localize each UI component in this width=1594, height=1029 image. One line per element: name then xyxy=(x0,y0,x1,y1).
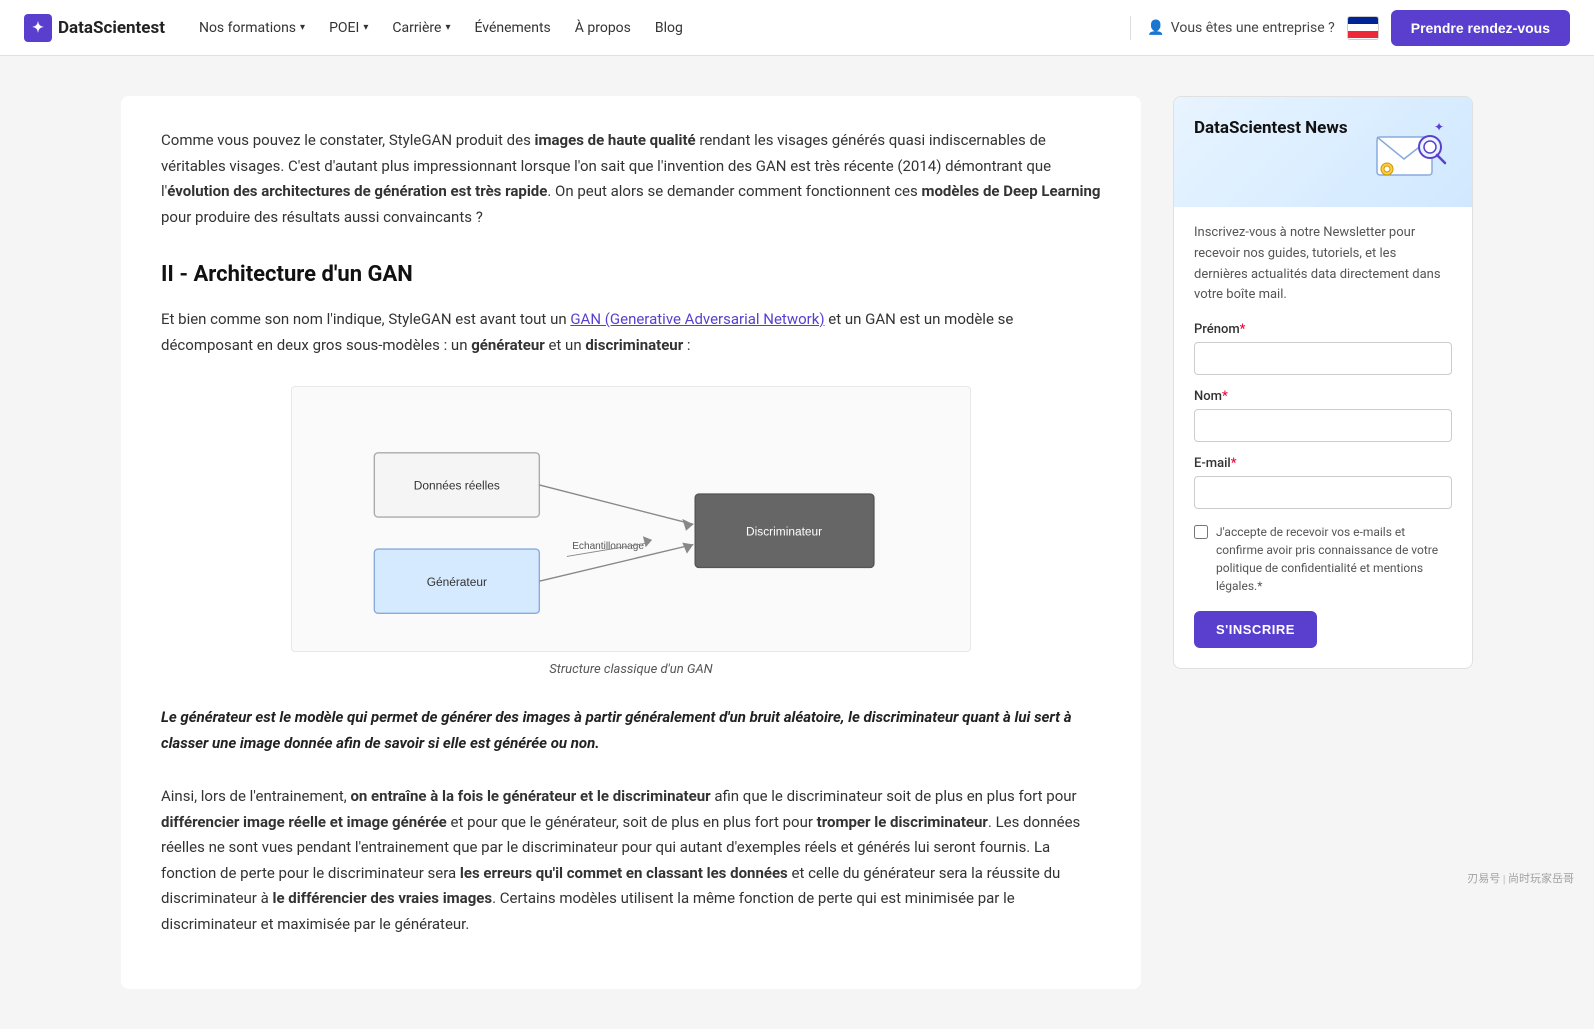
intro-bold1: images de haute qualité xyxy=(535,131,696,149)
intro-bold2: évolution des architectures de génératio… xyxy=(167,182,547,200)
section-heading: II - Architecture d'un GAN xyxy=(161,262,1101,287)
email-input[interactable] xyxy=(1194,476,1452,509)
svg-text:Discriminateur: Discriminateur xyxy=(746,524,822,538)
watermark: 刃易号 | 尚时玩家岳哥 xyxy=(1467,870,1574,886)
bp1-bold4: les erreurs qu'il commet en classant les… xyxy=(460,864,788,882)
intro-bold3: modèles de Deep Learning xyxy=(921,182,1100,200)
blockquote: Le générateur est le modèle qui permet d… xyxy=(161,705,1101,756)
section-intro: Et bien comme son nom l'indique, StyleGA… xyxy=(161,307,1101,358)
nav-item-blog[interactable]: Blog xyxy=(645,14,693,42)
bold-generateur: générateur xyxy=(471,336,545,354)
diagram-container: Données réelles Générateur Discriminateu… xyxy=(161,386,1101,677)
navbar: ✦ DataScientest Nos formations ▾ POEI ▾ … xyxy=(0,0,1594,56)
nav-item-apropos[interactable]: À propos xyxy=(565,14,641,42)
prenom-label: Prénom* xyxy=(1194,322,1452,337)
email-field-group: E-mail* xyxy=(1194,456,1452,509)
bp1-bold5: le différencier des vraies images xyxy=(273,889,493,907)
svg-text:Données réelles: Données réelles xyxy=(414,479,500,493)
email-label: E-mail* xyxy=(1194,456,1452,471)
bp1-bold2: différencier image réelle et image génér… xyxy=(161,813,447,831)
section-intro-start: Et bien comme son nom l'indique, StyleGA… xyxy=(161,310,570,328)
gan-link[interactable]: GAN (Generative Adversarial Network) xyxy=(570,310,824,328)
checkbox-row: J'accepte de recevoir vos e-mails et con… xyxy=(1194,523,1452,595)
cta-button[interactable]: Prendre rendez-vous xyxy=(1391,10,1570,46)
nav-item-carriere[interactable]: Carrière ▾ xyxy=(382,14,460,42)
logo-text: DataScientest xyxy=(58,18,165,38)
chevron-down-icon: ▾ xyxy=(363,22,368,33)
newsletter-icon: ✦ xyxy=(1372,117,1452,187)
sidebar: DataScientest News ✦ xyxy=(1173,96,1473,989)
intro-paragraph: Comme vous pouvez le constater, StyleGAN… xyxy=(161,128,1101,230)
prenom-field-group: Prénom* xyxy=(1194,322,1452,375)
logo-icon: ✦ xyxy=(24,14,52,42)
nom-input[interactable] xyxy=(1194,409,1452,442)
nav-right: 👤 Vous êtes une entreprise ? Prendre ren… xyxy=(1147,10,1570,46)
nav-items: Nos formations ▾ POEI ▾ Carrière ▾ Événe… xyxy=(189,14,1114,42)
prenom-input[interactable] xyxy=(1194,342,1452,375)
newsletter-header-text: DataScientest News xyxy=(1194,117,1348,139)
bp1-bold1: on entraîne à la fois le générateur et l… xyxy=(350,787,710,805)
logo[interactable]: ✦ DataScientest xyxy=(24,14,165,42)
nom-field-group: Nom* xyxy=(1194,389,1452,442)
nav-item-formations[interactable]: Nos formations ▾ xyxy=(189,14,315,42)
consent-checkbox[interactable] xyxy=(1194,525,1208,539)
nav-divider xyxy=(1130,16,1131,40)
svg-text:Echantillonnage: Echantillonnage xyxy=(572,541,644,552)
intro-text-mid2: . On peut alors se demander comment fonc… xyxy=(547,182,921,200)
newsletter-card-body: Inscrivez-vous à notre Newsletter pour r… xyxy=(1174,207,1472,668)
subscribe-button[interactable]: S'INSCRIRE xyxy=(1194,611,1317,648)
body-paragraph-1: Ainsi, lors de l'entrainement, on entraî… xyxy=(161,784,1101,937)
newsletter-card: DataScientest News ✦ xyxy=(1173,96,1473,669)
chevron-down-icon: ▾ xyxy=(445,22,450,33)
intro-text-end: pour produire des résultats aussi convai… xyxy=(161,208,483,226)
svg-text:✦: ✦ xyxy=(1434,120,1444,134)
diagram-caption: Structure classique d'un GAN xyxy=(549,662,712,677)
chevron-down-icon: ▾ xyxy=(300,22,305,33)
nav-item-poei[interactable]: POEI ▾ xyxy=(319,14,378,42)
consent-label: J'accepte de recevoir vos e-mails et con… xyxy=(1216,523,1452,595)
enterprise-link[interactable]: 👤 Vous êtes une entreprise ? xyxy=(1147,20,1334,36)
section-intro-and: et un xyxy=(545,336,586,354)
nav-item-evenements[interactable]: Événements xyxy=(464,14,560,42)
bp1-bold3: tromper le discriminateur xyxy=(817,813,988,831)
diagram-svg: Données réelles Générateur Discriminateu… xyxy=(291,386,971,652)
newsletter-title: DataScientest News xyxy=(1194,117,1348,139)
section-intro-end: : xyxy=(683,336,690,354)
newsletter-card-header: DataScientest News ✦ xyxy=(1174,97,1472,207)
newsletter-description: Inscrivez-vous à notre Newsletter pour r… xyxy=(1194,223,1452,306)
page-wrapper: Comme vous pouvez le constater, StyleGAN… xyxy=(97,56,1497,1029)
language-flag-fr[interactable] xyxy=(1347,16,1379,40)
svg-text:Générateur: Générateur xyxy=(427,575,487,589)
intro-text-start: Comme vous pouvez le constater, StyleGAN… xyxy=(161,131,535,149)
nom-label: Nom* xyxy=(1194,389,1452,404)
bold-discriminateur: discriminateur xyxy=(585,336,683,354)
main-content: Comme vous pouvez le constater, StyleGAN… xyxy=(121,96,1141,989)
enterprise-icon: 👤 xyxy=(1147,20,1164,36)
